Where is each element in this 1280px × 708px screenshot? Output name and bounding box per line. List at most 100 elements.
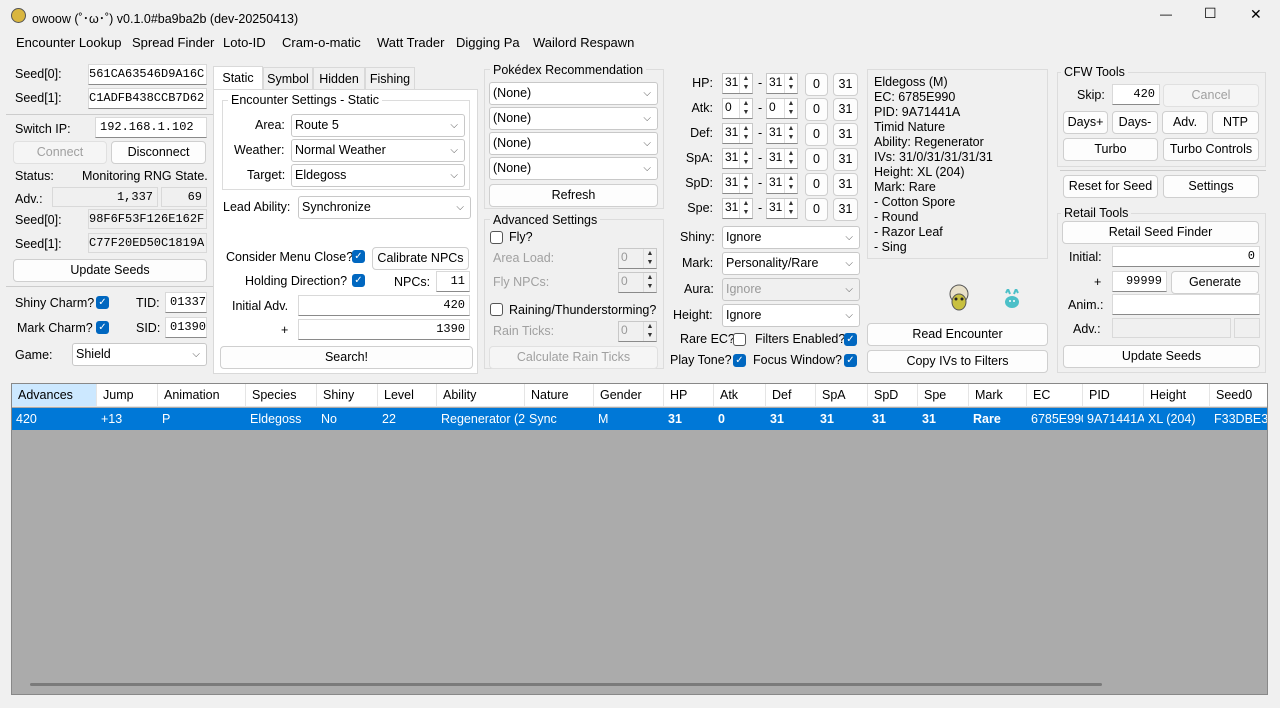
iv-set-min-button[interactable]: 0: [805, 198, 828, 221]
tab-hidden[interactable]: Hidden: [313, 67, 365, 89]
minimize-icon[interactable]: —: [1160, 7, 1172, 21]
iv-min-spinner[interactable]: 31 ▲ ▼: [722, 173, 753, 194]
aura-filter-select[interactable]: Ignore ⌵: [722, 278, 860, 301]
iv-max-spinner[interactable]: 0 ▲ ▼: [766, 98, 798, 119]
settings-button[interactable]: Settings: [1163, 175, 1259, 198]
shiny-charm-checkbox[interactable]: ✓: [96, 296, 109, 309]
iv-set-min-button[interactable]: 0: [805, 148, 828, 171]
iv-min-spinner[interactable]: 0 ▲ ▼: [722, 98, 753, 119]
tab-static[interactable]: Static: [213, 66, 263, 90]
iv-min-spinner[interactable]: 31 ▲ ▼: [722, 123, 753, 144]
header-hp[interactable]: HP: [664, 384, 714, 407]
mark-filter-select[interactable]: Personality/Rare ⌵: [722, 252, 860, 275]
iv-set-max-button[interactable]: 31: [833, 173, 858, 196]
iv-set-min-button[interactable]: 0: [805, 123, 828, 146]
play-tone-checkbox[interactable]: ✓: [733, 354, 746, 367]
calculate-rain-ticks-button[interactable]: Calculate Rain Ticks: [489, 346, 658, 369]
iv-max-spinner[interactable]: 31 ▲ ▼: [766, 73, 798, 94]
iv-set-min-button[interactable]: 0: [805, 173, 828, 196]
pokedex-select-3[interactable]: (None) ⌵: [489, 132, 658, 155]
header-height[interactable]: Height: [1144, 384, 1210, 407]
days-minus-button[interactable]: Days-: [1112, 111, 1158, 134]
npcs-input[interactable]: 11: [436, 271, 470, 292]
retail-plus-input[interactable]: 99999: [1112, 271, 1167, 292]
tab-fishing[interactable]: Fishing: [365, 67, 415, 89]
horizontal-scrollbar[interactable]: [30, 683, 1102, 686]
tid-input[interactable]: 01337: [165, 292, 207, 313]
iv-set-min-button[interactable]: 0: [805, 98, 828, 121]
iv-set-max-button[interactable]: 31: [833, 98, 858, 121]
shiny-filter-select[interactable]: Ignore ⌵: [722, 226, 860, 249]
menu-close-checkbox[interactable]: ✓: [352, 250, 365, 263]
iv-max-spinner[interactable]: 31 ▲ ▼: [766, 123, 798, 144]
header-spe[interactable]: Spe: [918, 384, 969, 407]
cancel-button[interactable]: Cancel: [1163, 84, 1259, 107]
holding-direction-checkbox[interactable]: ✓: [352, 274, 365, 287]
close-icon[interactable]: ✕: [1250, 6, 1262, 23]
iv-set-max-button[interactable]: 31: [833, 73, 858, 96]
fly-checkbox[interactable]: [490, 231, 503, 244]
adv-button[interactable]: Adv.: [1162, 111, 1208, 134]
pokedex-select-4[interactable]: (None) ⌵: [489, 157, 658, 180]
mark-charm-checkbox[interactable]: ✓: [96, 321, 109, 334]
header-spa[interactable]: SpA: [816, 384, 868, 407]
iv-set-min-button[interactable]: 0: [805, 73, 828, 96]
filters-enabled-checkbox[interactable]: ✓: [844, 333, 857, 346]
header-animation[interactable]: Animation: [158, 384, 246, 407]
iv-set-max-button[interactable]: 31: [833, 148, 858, 171]
header-jump[interactable]: Jump: [97, 384, 158, 407]
rare-ec-checkbox[interactable]: [733, 333, 746, 346]
tab-symbol[interactable]: Symbol: [263, 67, 313, 89]
menu-loto-id[interactable]: Loto-ID: [223, 35, 266, 50]
menu-wailord-respawn[interactable]: Wailord Respawn: [533, 35, 634, 50]
menu-watt-trader[interactable]: Watt Trader: [377, 35, 444, 50]
advances-plus-input[interactable]: 1390: [298, 319, 470, 340]
raining-checkbox[interactable]: [490, 303, 503, 316]
menu-encounter-lookup[interactable]: Encounter Lookup: [16, 35, 122, 50]
update-seeds-button[interactable]: Update Seeds: [13, 259, 207, 282]
initial-adv-input[interactable]: 420: [298, 295, 470, 316]
iv-set-max-button[interactable]: 31: [833, 198, 858, 221]
retail-update-seeds-button[interactable]: Update Seeds: [1063, 345, 1260, 368]
target-select[interactable]: Eldegoss ⌵: [291, 164, 465, 187]
turbo-button[interactable]: Turbo: [1063, 138, 1158, 161]
iv-min-spinner[interactable]: 31 ▲ ▼: [722, 73, 753, 94]
connect-button[interactable]: Connect: [13, 141, 107, 164]
game-select[interactable]: Shield ⌵: [72, 343, 207, 366]
header-def[interactable]: Def: [766, 384, 816, 407]
sid-input[interactable]: 01390: [165, 317, 207, 338]
menu-spread-finder[interactable]: Spread Finder: [132, 35, 214, 50]
iv-max-spinner[interactable]: 31 ▲ ▼: [766, 173, 798, 194]
header-ability[interactable]: Ability: [437, 384, 525, 407]
header-seed0[interactable]: Seed0: [1210, 384, 1267, 407]
retail-seed-finder-button[interactable]: Retail Seed Finder: [1062, 221, 1259, 244]
search-button[interactable]: Search!: [220, 346, 473, 369]
iv-max-spinner[interactable]: 31 ▲ ▼: [766, 148, 798, 169]
header-gender[interactable]: Gender: [594, 384, 664, 407]
weather-select[interactable]: Normal Weather ⌵: [291, 139, 465, 162]
fly-npcs-spinner[interactable]: 0 ▲ ▼: [618, 272, 657, 293]
turbo-controls-button[interactable]: Turbo Controls: [1163, 138, 1259, 161]
switch-ip-input[interactable]: 192.168.1.102: [95, 117, 207, 138]
skip-input[interactable]: 420: [1112, 84, 1160, 105]
generate-button[interactable]: Generate: [1171, 271, 1259, 294]
retail-anim-input[interactable]: [1112, 294, 1260, 315]
header-mark[interactable]: Mark: [969, 384, 1027, 407]
height-filter-select[interactable]: Ignore ⌵: [722, 304, 860, 327]
focus-window-checkbox[interactable]: ✓: [844, 354, 857, 367]
iv-max-spinner[interactable]: 31 ▲ ▼: [766, 198, 798, 219]
header-level[interactable]: Level: [378, 384, 437, 407]
read-encounter-button[interactable]: Read Encounter: [867, 323, 1048, 346]
ntp-button[interactable]: NTP: [1212, 111, 1259, 134]
area-load-spinner[interactable]: 0 ▲ ▼: [618, 248, 657, 269]
header-advances[interactable]: Advances: [12, 384, 97, 407]
days-plus-button[interactable]: Days+: [1063, 111, 1108, 134]
retail-initial-input[interactable]: 0: [1112, 246, 1260, 267]
disconnect-button[interactable]: Disconnect: [111, 141, 206, 164]
header-species[interactable]: Species: [246, 384, 317, 407]
iv-min-spinner[interactable]: 31 ▲ ▼: [722, 148, 753, 169]
pokedex-select-1[interactable]: (None) ⌵: [489, 82, 658, 105]
maximize-icon[interactable]: ☐: [1204, 5, 1217, 22]
header-shiny[interactable]: Shiny: [317, 384, 378, 407]
lead-ability-select[interactable]: Synchronize ⌵: [298, 196, 471, 219]
